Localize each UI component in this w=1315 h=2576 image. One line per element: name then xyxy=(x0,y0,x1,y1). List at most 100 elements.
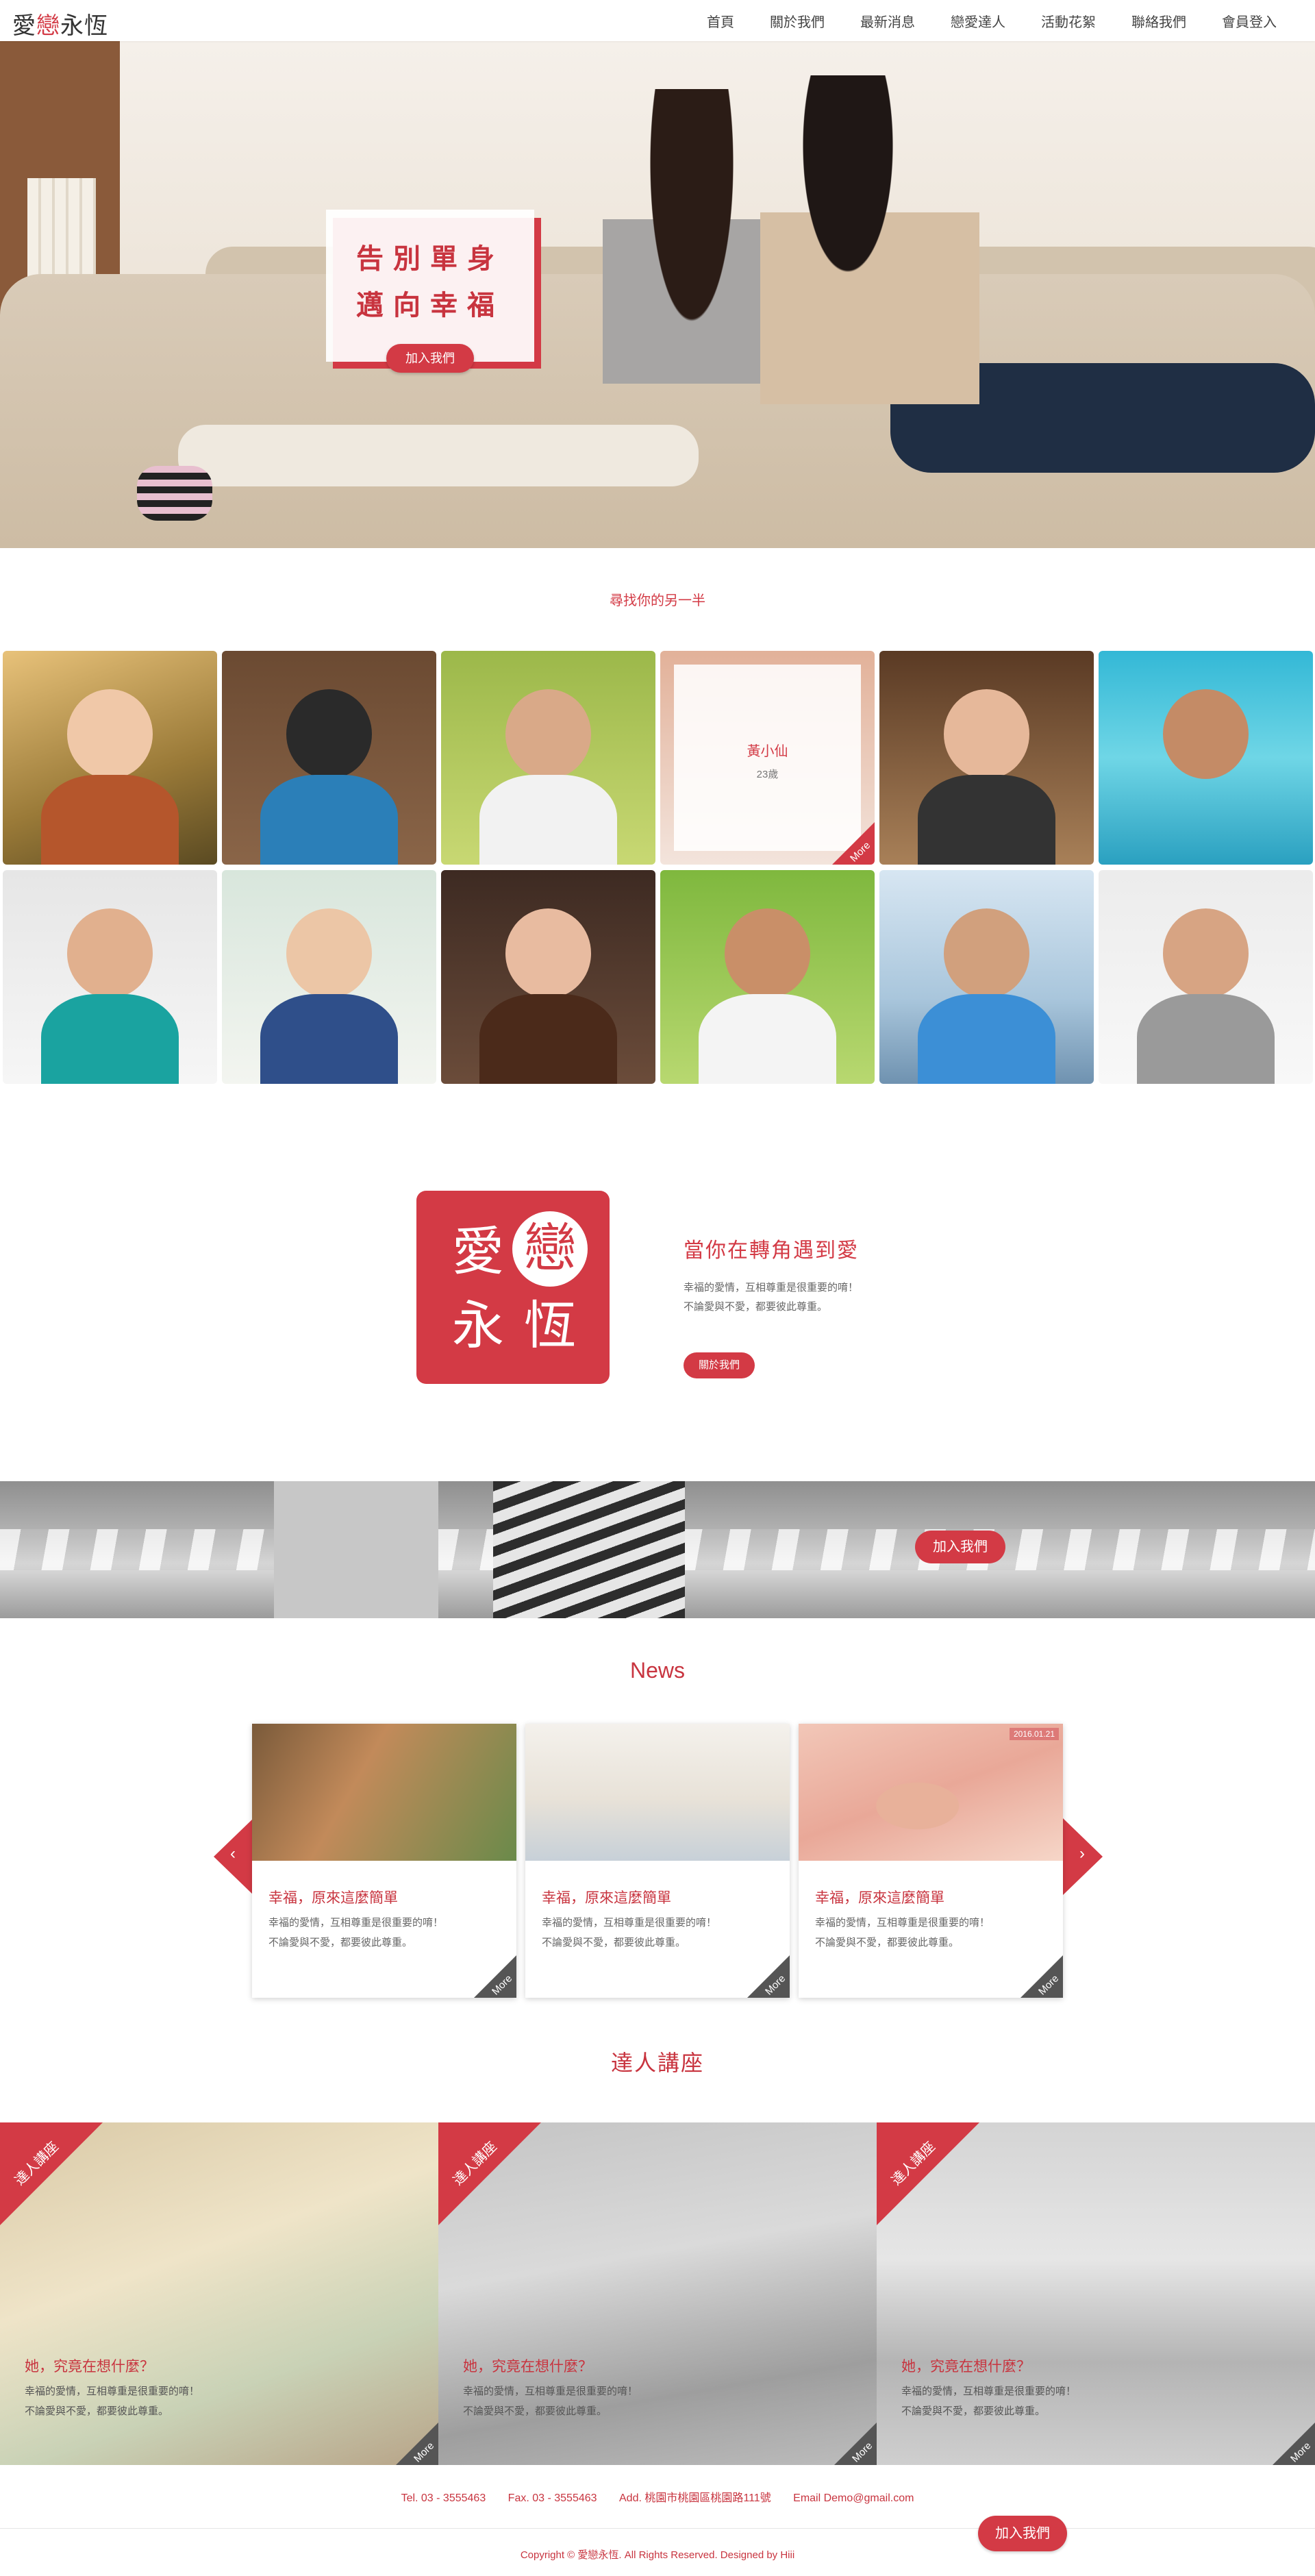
footer-divider xyxy=(0,2528,1315,2529)
lecture-card-desc: 幸福的愛情，互相尊重是很重要的唷！ 不論愛與不愛，都要彼此尊重。 xyxy=(25,2381,199,2421)
profile-body xyxy=(918,993,1055,1084)
lecture-card-line: 不論愛與不愛，都要彼此尊重。 xyxy=(463,2405,608,2417)
hero-join-button[interactable]: 加入我們 xyxy=(386,344,474,373)
footer-email[interactable]: Email Demo@gmail.com xyxy=(793,2492,914,2504)
profile-face xyxy=(505,689,592,780)
about-logo-char-1: 愛 xyxy=(452,1223,504,1281)
profile-tile[interactable] xyxy=(441,651,655,865)
profile-face xyxy=(286,908,373,999)
chevron-left-icon: ‹ xyxy=(230,1844,236,1863)
about-desc-line: 幸福的愛情，互相尊重是很重要的唷！ xyxy=(684,1282,859,1293)
profile-body xyxy=(1137,993,1275,1084)
lecture-card-line: 不論愛與不愛，都要彼此尊重。 xyxy=(25,2405,169,2417)
about-logo-char-4: 恆 xyxy=(524,1297,576,1355)
profile-face xyxy=(505,908,592,999)
about-us-button[interactable]: 關於我們 xyxy=(684,1352,755,1378)
about-description: 幸福的愛情，互相尊重是很重要的唷！ 不論愛與不愛，都要彼此尊重。 xyxy=(684,1278,858,1317)
profile-body xyxy=(918,774,1055,865)
lecture-card-line: 幸福的愛情，互相尊重是很重要的唷！ xyxy=(901,2386,1077,2397)
nav-experts[interactable]: 戀愛達人 xyxy=(933,11,1023,31)
news-card-line: 幸福的愛情，互相尊重是很重要的唷！ xyxy=(542,1917,717,1929)
profile-tile[interactable] xyxy=(3,651,217,865)
profile-body xyxy=(41,774,179,865)
lecture-card-title: 她，究竟在想什麼？ xyxy=(463,2359,592,2375)
hero-banner xyxy=(0,41,1315,548)
profile-tile-featured[interactable]: 黃小仙 23歲 More xyxy=(660,651,875,865)
about-desc-line: 不論愛與不愛，都要彼此尊重。 xyxy=(684,1301,828,1313)
logo-part1: 愛 xyxy=(12,13,36,39)
site-logo[interactable]: 愛戀永恆 xyxy=(12,7,108,40)
news-card-title: 幸福，原來這麼簡單 xyxy=(268,1890,398,1906)
lecture-card-line: 幸福的愛情，互相尊重是很重要的唷！ xyxy=(25,2386,200,2397)
lecture-card-desc: 幸福的愛情，互相尊重是很重要的唷！ 不論愛與不愛，都要彼此尊重。 xyxy=(901,2381,1076,2421)
top-nav: 愛戀永恆 首頁 關於我們 最新消息 戀愛達人 活動花絮 聯絡我們 會員登入 xyxy=(0,0,1315,41)
lecture-card-title: 她，究竟在想什麼？ xyxy=(901,2359,1031,2375)
lecture-card[interactable]: 達人講座 她，究竟在想什麼？ 幸福的愛情，互相尊重是很重要的唷！ 不論愛與不愛，… xyxy=(0,2122,438,2465)
about-logo-char-2: 戀 xyxy=(524,1219,576,1278)
nav-login[interactable]: 會員登入 xyxy=(1204,11,1294,31)
footer-fax: Fax. 03 - 3555463 xyxy=(508,2492,597,2504)
profile-face xyxy=(66,689,153,780)
about-logo: 愛 戀 永 恆 xyxy=(416,1191,610,1384)
profile-body xyxy=(699,993,836,1084)
nav-home[interactable]: 首頁 xyxy=(689,11,752,31)
footer-join-button[interactable]: 加入我們 xyxy=(978,2516,1067,2551)
nav-about[interactable]: 關於我們 xyxy=(752,11,842,31)
nav-news[interactable]: 最新消息 xyxy=(842,11,933,31)
footer-contact-info: Tel. 03 - 3555463 Fax. 03 - 3555463 Add.… xyxy=(0,2488,1315,2505)
profile-tile[interactable] xyxy=(879,651,1094,865)
profile-tile[interactable] xyxy=(222,870,436,1084)
lecture-card[interactable]: 達人講座 她，究竟在想什麼？ 幸福的愛情，互相尊重是很重要的唷！ 不論愛與不愛，… xyxy=(877,2122,1315,2465)
profile-tile[interactable] xyxy=(879,870,1094,1084)
hero-line-1: 告別單身 xyxy=(356,244,504,274)
profile-body xyxy=(479,774,617,865)
news-section-title: News xyxy=(629,1658,685,1683)
news-card-line: 幸福的愛情，互相尊重是很重要的唷！ xyxy=(268,1917,444,1929)
profile-face xyxy=(1162,689,1249,780)
main-menu: 首頁 關於我們 最新消息 戀愛達人 活動花絮 聯絡我們 會員登入 xyxy=(689,11,1294,31)
news-card[interactable]: 幸福，原來這麼簡單 幸福的愛情，互相尊重是很重要的唷！ 不論愛與不愛，都要彼此尊… xyxy=(525,1724,790,1998)
logo-accent: 戀 xyxy=(36,13,60,39)
about-title: 當你在轉角遇到愛 xyxy=(684,1239,859,1262)
profile-body xyxy=(260,774,398,865)
news-card-line: 幸福的愛情，互相尊重是很重要的唷！ xyxy=(815,1917,990,1929)
profile-face xyxy=(66,908,153,999)
news-date: 2016.01.21 xyxy=(1009,1728,1059,1740)
hero-card: 告別單身 邁向幸福 xyxy=(326,210,534,362)
logo-part2: 永恆 xyxy=(60,13,108,39)
news-card-line: 不論愛與不愛，都要彼此尊重。 xyxy=(268,1937,413,1948)
lecture-section-title: 達人講座 xyxy=(610,2051,704,2075)
news-card[interactable]: 幸福，原來這麼簡單 幸福的愛情，互相尊重是很重要的唷！ 不論愛與不愛，都要彼此尊… xyxy=(252,1724,516,1998)
nav-contact[interactable]: 聯絡我們 xyxy=(1114,11,1204,31)
lecture-card-line: 幸福的愛情，互相尊重是很重要的唷！ xyxy=(463,2386,638,2397)
profile-body xyxy=(479,993,617,1084)
footer-address: Add. 桃園市桃園區桃園路111號 xyxy=(619,2492,771,2504)
profile-face xyxy=(1162,908,1249,999)
profile-tile[interactable] xyxy=(660,870,875,1084)
news-card-title: 幸福，原來這麼簡單 xyxy=(542,1890,671,1906)
profile-tile[interactable] xyxy=(222,651,436,865)
profile-face xyxy=(943,908,1030,999)
nav-gallery[interactable]: 活動花絮 xyxy=(1023,11,1114,31)
news-card[interactable]: 2016.01.21 幸福，原來這麼簡單 幸福的愛情，互相尊重是很重要的唷！ 不… xyxy=(799,1724,1063,1998)
couple-street-photo xyxy=(252,1724,516,1861)
profile-tile[interactable] xyxy=(3,870,217,1084)
about-logo-char-3: 永 xyxy=(452,1297,504,1355)
profile-tile[interactable] xyxy=(441,870,655,1084)
profile-face xyxy=(724,908,811,999)
banner-join-button[interactable]: 加入我們 xyxy=(915,1531,1005,1563)
hero-woman xyxy=(603,89,781,500)
profile-tile[interactable] xyxy=(1099,870,1313,1084)
profile-tile[interactable] xyxy=(1099,651,1313,865)
footer-copyright: Copyright © 愛戀永恆. All Rights Reserved. D… xyxy=(520,2549,795,2561)
hero-line-2: 邁向幸福 xyxy=(356,290,504,321)
footer-tel: Tel. 03 - 3555463 xyxy=(401,2492,486,2504)
profile-face xyxy=(286,689,373,780)
news-card-desc: 幸福的愛情，互相尊重是很重要的唷！ 不論愛與不愛，都要彼此尊重。 xyxy=(542,1913,716,1953)
news-card-line: 不論愛與不愛，都要彼此尊重。 xyxy=(815,1937,960,1948)
news-card-line: 不論愛與不愛，都要彼此尊重。 xyxy=(542,1937,686,1948)
lecture-card[interactable]: 達人講座 她，究竟在想什麼？ 幸福的愛情，互相尊重是很重要的唷！ 不論愛與不愛，… xyxy=(438,2122,877,2465)
news-card-desc: 幸福的愛情，互相尊重是很重要的唷！ 不論愛與不愛，都要彼此尊重。 xyxy=(815,1913,990,1953)
hero-man xyxy=(760,75,979,514)
lecture-card-line: 不論愛與不愛，都要彼此尊重。 xyxy=(901,2405,1046,2417)
